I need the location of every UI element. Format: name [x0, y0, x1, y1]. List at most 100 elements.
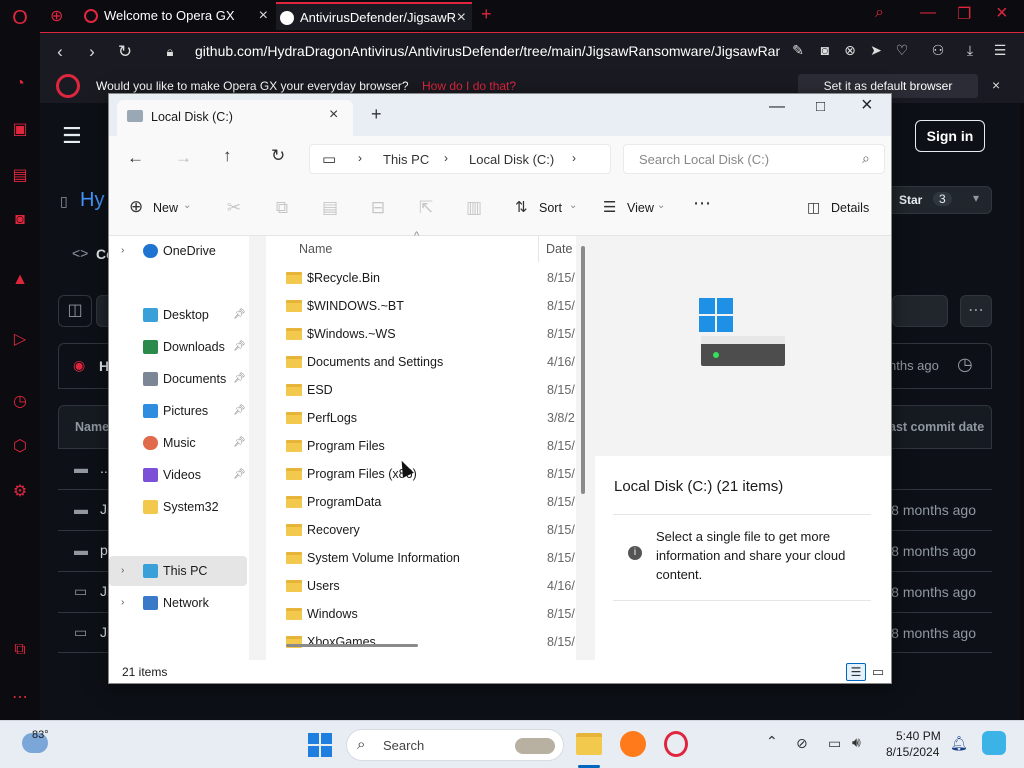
paste-icon[interactable]: ▤	[319, 198, 341, 218]
nav-item-onedrive[interactable]: › OneDrive	[109, 236, 247, 266]
clock-date[interactable]: 8/15/2024	[886, 745, 939, 759]
search-input[interactable]: Search Local Disk (C:)	[639, 152, 769, 167]
pin-icon[interactable]: 📌︎	[233, 460, 246, 490]
instagram-icon[interactable]: ◙	[10, 210, 30, 230]
file-row[interactable]: System Volume Information 8/15/	[266, 544, 576, 572]
camera-icon[interactable]: ◙	[815, 42, 835, 58]
details-view-icon[interactable]: ☰	[846, 663, 866, 681]
reload-icon[interactable]: ↻	[115, 42, 135, 62]
clock-time[interactable]: 5:40 PM	[896, 729, 941, 743]
file-row[interactable]: Documents and Settings 4/16/	[266, 348, 576, 376]
hamburger-icon[interactable]: ☰	[62, 123, 82, 149]
new-tab-icon[interactable]: +	[371, 104, 382, 125]
edit-icon[interactable]: ✎	[788, 42, 808, 59]
nav-item-pictures[interactable]: Pictures 📌︎	[109, 396, 247, 426]
rename-icon[interactable]: ⊟	[367, 198, 389, 218]
up-arrow-icon[interactable]: ↑	[223, 146, 232, 166]
nav-item-downloads[interactable]: Downloads 📌︎	[109, 332, 247, 362]
close-window-icon[interactable]: ×	[861, 94, 873, 117]
forward-icon[interactable]: ›	[82, 42, 102, 62]
copy-icon[interactable]: ⧉	[271, 198, 293, 218]
opera-gx-taskbar-icon[interactable]	[664, 731, 688, 757]
firefox-icon[interactable]	[620, 731, 646, 757]
breadcrumb-local-disk[interactable]: Local Disk (C:)	[469, 152, 554, 167]
file-row[interactable]: Program Files 8/15/	[266, 432, 576, 460]
delete-icon[interactable]: ▥	[463, 198, 485, 218]
opera-logo-icon[interactable]: O	[10, 8, 30, 28]
volume-icon[interactable]: 🔊︎	[852, 734, 861, 751]
file-row[interactable]: Program Files (x86) 8/15/	[266, 460, 576, 488]
start-button-icon[interactable]	[308, 733, 332, 757]
new-button[interactable]: ⊕ New ⌄	[127, 194, 193, 222]
screenshot-icon[interactable]: ⧉	[10, 640, 30, 660]
file-row[interactable]: ProgramData 8/15/	[266, 488, 576, 516]
file-row[interactable]: $Windows.~WS 8/15/	[266, 320, 576, 348]
minimize-icon[interactable]: —	[769, 98, 785, 116]
column-header-name[interactable]: Name	[299, 242, 332, 256]
cut-icon[interactable]: ✂	[223, 198, 245, 218]
chevron-right-icon[interactable]: ›	[121, 556, 124, 586]
search-icon[interactable]: ⌕	[862, 150, 870, 167]
close-tab-icon[interactable]: ×	[457, 4, 466, 30]
nav-item-videos[interactable]: Videos 📌︎	[109, 460, 247, 490]
file-row[interactable]: $Recycle.Bin 8/15/	[266, 264, 576, 292]
more-options-icon[interactable]: ⋯	[693, 193, 711, 214]
send-icon[interactable]: ➤	[866, 42, 886, 59]
chevron-right-icon[interactable]: ›	[121, 236, 124, 266]
nav-item-documents[interactable]: Documents 📌︎	[109, 364, 247, 394]
more-options-icon[interactable]: ⋯	[960, 295, 992, 327]
pin-icon[interactable]: 📌︎	[233, 300, 246, 330]
close-infobar-icon[interactable]: ×	[992, 77, 1000, 93]
account-icon[interactable]: ⚇	[928, 42, 948, 59]
forward-arrow-icon[interactable]: →	[175, 148, 192, 168]
chevron-up-icon[interactable]: ⌃	[766, 733, 778, 750]
tiles-view-icon[interactable]: ▭	[869, 663, 887, 681]
file-row[interactable]: $WINDOWS.~BT 8/15/	[266, 292, 576, 320]
block-icon[interactable]: ⊗	[840, 42, 860, 59]
file-row[interactable]: PerfLogs 3/8/2	[266, 404, 576, 432]
share-icon[interactable]: ⇱	[415, 198, 437, 218]
row-name[interactable]: ..	[100, 460, 108, 476]
notification-bell-icon[interactable]: 🔔︎	[950, 735, 968, 752]
explorer-tab[interactable]: Local Disk (C:) ×	[117, 100, 353, 136]
close-window-icon[interactable]: ×	[996, 2, 1008, 25]
file-row[interactable]: ESD 8/15/	[266, 376, 576, 404]
close-tab-icon[interactable]: ×	[329, 106, 338, 124]
chevron-right-icon[interactable]: ›	[121, 588, 124, 618]
column-header-date[interactable]: Date	[546, 242, 572, 256]
maximize-icon[interactable]: □	[816, 98, 825, 115]
twitch-icon[interactable]: ▤	[10, 166, 30, 186]
back-icon[interactable]: ‹	[50, 42, 70, 62]
download-icon[interactable]: ⤓	[960, 42, 980, 59]
repo-title[interactable]: Hy	[80, 189, 104, 212]
game-controller-icon[interactable]: ⊕	[50, 6, 63, 26]
file-row[interactable]: Windows 8/15/	[266, 600, 576, 628]
file-row[interactable]: Users 4/16/	[266, 572, 576, 600]
sign-in-button[interactable]: Sign in	[915, 120, 985, 152]
search-tabs-icon[interactable]: ⌕	[875, 4, 884, 22]
star-button[interactable]: Star 3 ▾	[888, 186, 992, 214]
restore-icon[interactable]: ❐	[957, 4, 971, 24]
details-button[interactable]: ◫ Details	[807, 194, 877, 222]
nav-item-desktop[interactable]: Desktop 📌︎	[109, 300, 247, 330]
player-icon[interactable]: ▷	[10, 330, 30, 350]
display-icon[interactable]: ▭	[828, 735, 841, 752]
row-name[interactable]: p	[100, 542, 108, 558]
shopping-bag-icon[interactable]: ▣	[10, 120, 30, 140]
pin-icon[interactable]: 📌︎	[233, 396, 246, 426]
speed-dial-icon[interactable]: ◔	[10, 74, 30, 94]
settings-gear-icon[interactable]: ⚙	[10, 482, 30, 502]
view-button[interactable]: ☰ View ⌄	[601, 194, 671, 222]
heart-icon[interactable]: ♡	[892, 42, 912, 59]
copilot-icon[interactable]	[982, 731, 1006, 755]
breadcrumb-this-pc[interactable]: This PC	[383, 152, 429, 167]
menu-icon[interactable]: ☰	[990, 42, 1010, 59]
close-tab-icon[interactable]: ×	[259, 2, 268, 30]
infobar-link[interactable]: How do I do that?	[422, 79, 516, 93]
file-explorer-taskbar-icon[interactable]	[576, 733, 602, 755]
history-icon[interactable]: ◷	[957, 354, 973, 375]
address-breadcrumb[interactable]: ▭ › This PC › Local Disk (C:) ›	[309, 144, 611, 174]
file-row[interactable]: Recovery 8/15/	[266, 516, 576, 544]
gx-corner-icon[interactable]: ▲	[10, 270, 30, 290]
refresh-icon[interactable]: ↻	[271, 146, 285, 166]
